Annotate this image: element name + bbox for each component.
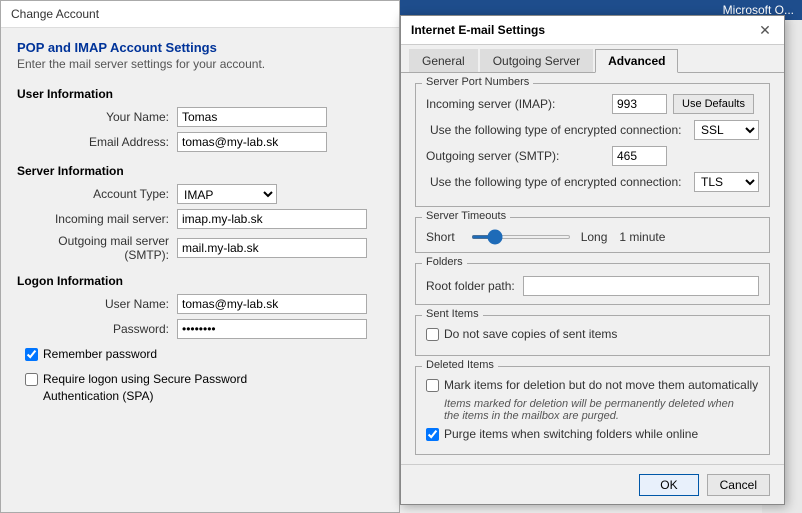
remember-password-row: Remember password xyxy=(17,347,383,361)
bg-window-title: Change Account xyxy=(11,7,99,21)
incoming-server-input[interactable] xyxy=(177,209,367,229)
timeout-value: 1 minute xyxy=(619,230,665,244)
email-input[interactable] xyxy=(177,132,327,152)
password-input[interactable] xyxy=(177,319,367,339)
change-account-window: Change Account POP and IMAP Account Sett… xyxy=(0,0,400,513)
incoming-encryption-select[interactable]: SSL None TLS Auto xyxy=(694,120,759,140)
outgoing-encryption-label: Use the following type of encrypted conn… xyxy=(430,175,688,189)
purge-items-label: Purge items when switching folders while… xyxy=(444,426,698,443)
bg-window-titlebar: Change Account xyxy=(1,1,399,28)
dialog-footer: OK Cancel xyxy=(401,464,784,504)
incoming-server-label: Incoming mail server: xyxy=(17,212,177,226)
folders-title: Folders xyxy=(422,256,467,268)
spa-row: Require logon using Secure Password Auth… xyxy=(17,371,383,405)
account-type-select[interactable]: IMAP POP3 xyxy=(177,184,277,204)
name-label: Your Name: xyxy=(17,110,177,124)
account-settings-subheader: Enter the mail server settings for your … xyxy=(17,57,383,71)
name-input[interactable] xyxy=(177,107,327,127)
user-info-section-label: User Information xyxy=(17,87,383,101)
tab-advanced[interactable]: Advanced xyxy=(595,49,678,73)
spa-checkbox[interactable] xyxy=(25,373,38,386)
dialog-title: Internet E-mail Settings xyxy=(411,23,545,37)
sent-items-group: Sent Items Do not save copies of sent it… xyxy=(415,315,770,356)
no-save-copies-checkbox[interactable] xyxy=(426,328,439,341)
outgoing-encryption-select[interactable]: None SSL TLS Auto xyxy=(694,172,759,192)
dialog-titlebar: Internet E-mail Settings ✕ xyxy=(401,16,784,45)
outgoing-server-input[interactable] xyxy=(177,238,367,258)
deleted-items-group: Deleted Items Mark items for deletion bu… xyxy=(415,366,770,456)
logon-info-section-label: Logon Information xyxy=(17,274,383,288)
server-timeouts-group: Server Timeouts Short Long 1 minute xyxy=(415,217,770,253)
cancel-button[interactable]: Cancel xyxy=(707,474,770,496)
sent-items-title: Sent Items xyxy=(422,308,483,320)
outgoing-port-input[interactable] xyxy=(612,146,667,166)
server-port-numbers-title: Server Port Numbers xyxy=(422,76,533,88)
root-folder-input[interactable] xyxy=(523,276,759,296)
username-label: User Name: xyxy=(17,297,177,311)
short-label: Short xyxy=(426,230,455,244)
remember-password-checkbox[interactable] xyxy=(25,348,38,361)
server-port-numbers-group: Server Port Numbers Incoming server (IMA… xyxy=(415,83,770,207)
mark-deletion-label: Mark items for deletion but do not move … xyxy=(444,377,758,394)
server-timeouts-title: Server Timeouts xyxy=(422,210,510,222)
ok-button[interactable]: OK xyxy=(639,474,698,496)
incoming-port-label: Incoming server (IMAP): xyxy=(426,97,606,111)
tab-general[interactable]: General xyxy=(409,49,478,72)
email-label: Email Address: xyxy=(17,135,177,149)
spa-label: Require logon using Secure Password Auth… xyxy=(43,371,273,405)
long-label: Long xyxy=(581,230,608,244)
password-label: Password: xyxy=(17,322,177,336)
incoming-port-input[interactable] xyxy=(612,94,667,114)
outgoing-port-label: Outgoing server (SMTP): xyxy=(426,149,606,163)
dialog-tabs: General Outgoing Server Advanced xyxy=(401,45,784,73)
folders-group: Folders Root folder path: xyxy=(415,263,770,305)
outgoing-server-label: Outgoing mail server (SMTP): xyxy=(17,234,177,262)
account-type-label: Account Type: xyxy=(17,187,177,201)
dialog-content: Server Port Numbers Incoming server (IMA… xyxy=(401,73,784,461)
remember-password-label: Remember password xyxy=(43,347,157,361)
username-input[interactable] xyxy=(177,294,367,314)
server-info-section-label: Server Information xyxy=(17,164,383,178)
incoming-encryption-label: Use the following type of encrypted conn… xyxy=(430,123,688,137)
mark-deletion-checkbox[interactable] xyxy=(426,379,439,392)
timeout-slider[interactable] xyxy=(471,235,571,239)
use-defaults-button[interactable]: Use Defaults xyxy=(673,94,754,114)
purge-items-checkbox[interactable] xyxy=(426,428,439,441)
no-save-copies-label: Do not save copies of sent items xyxy=(444,326,617,343)
dialog-close-button[interactable]: ✕ xyxy=(756,21,774,39)
internet-email-settings-dialog: Internet E-mail Settings ✕ General Outgo… xyxy=(400,15,785,505)
deleted-items-title: Deleted Items xyxy=(422,359,498,371)
tab-outgoing-server[interactable]: Outgoing Server xyxy=(480,49,593,72)
account-settings-header: POP and IMAP Account Settings xyxy=(17,40,383,55)
deletion-note: Items marked for deletion will be perman… xyxy=(444,398,759,422)
root-folder-label: Root folder path: xyxy=(426,279,515,293)
